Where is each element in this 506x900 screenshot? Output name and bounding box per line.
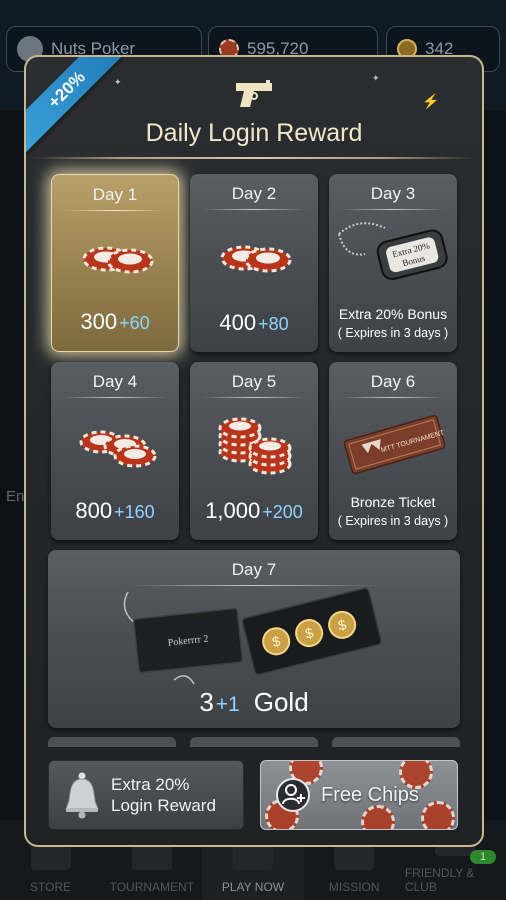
free-chips-button[interactable]: Free Chips bbox=[260, 760, 458, 830]
reward-bonus: +1 bbox=[215, 693, 240, 716]
reward-unit: Gold bbox=[253, 687, 309, 717]
card-stub bbox=[190, 737, 318, 747]
reward-bonus: +80 bbox=[258, 314, 289, 334]
card-divider bbox=[63, 397, 167, 398]
day-card-2[interactable]: Day 2 400 +80 bbox=[190, 174, 318, 352]
day-card-7[interactable]: Day 7 Pokerrrr 2 $ $ $ 3+1 Gold bbox=[48, 550, 460, 728]
chips-icon bbox=[220, 245, 292, 273]
nav-label: STORE bbox=[30, 880, 72, 894]
free-chips-label: Free Chips bbox=[321, 783, 419, 806]
card-divider bbox=[341, 209, 445, 210]
extra-reward-label: Extra 20% Login Reward bbox=[111, 774, 216, 816]
bell-icon bbox=[65, 772, 99, 819]
chip-stack-icon bbox=[218, 417, 292, 475]
day-card-3[interactable]: Day 3 Extra 20% Bonus Extra 20% Bonus ( … bbox=[329, 174, 457, 352]
extra-reward-line2: Login Reward bbox=[111, 796, 216, 815]
day-label: Day 6 bbox=[370, 372, 416, 391]
day-card-5[interactable]: Day 5 1,000 +200 bbox=[190, 362, 318, 540]
reward-value: 400 +80 bbox=[190, 310, 318, 336]
card-stub bbox=[332, 737, 460, 747]
day-label: Day 5 bbox=[231, 372, 277, 391]
day-card-6[interactable]: Day 6 MTT TOURNAMENT Bronze Ticket ( Exp… bbox=[329, 362, 457, 540]
gold-gift-box-icon: Pokerrrr 2 $ $ $ bbox=[123, 587, 382, 685]
card-divider bbox=[341, 397, 445, 398]
lobby-side-text: En bbox=[6, 488, 25, 505]
chip-decoration bbox=[361, 805, 395, 829]
chips-icon bbox=[82, 246, 154, 274]
extra-reward-line1: Extra 20% bbox=[111, 775, 190, 794]
nav-label: TOURNAMENT bbox=[109, 880, 195, 894]
day-card-4[interactable]: Day 4 800 +160 bbox=[51, 362, 179, 540]
nav-label: PLAY NOW bbox=[221, 880, 285, 894]
reward-expiry: ( Expires in 3 days ) bbox=[337, 326, 449, 340]
reward-bonus: +160 bbox=[114, 502, 155, 522]
nav-label: MISSION bbox=[328, 880, 380, 894]
day-label: Day 4 bbox=[92, 372, 138, 391]
reward-value: 1,000 +200 bbox=[190, 498, 318, 524]
gun-icon bbox=[236, 80, 272, 107]
reward-title: Bronze Ticket bbox=[350, 494, 436, 510]
card-divider bbox=[64, 210, 166, 211]
dog-tag-icon: Extra 20% Bonus bbox=[338, 222, 448, 281]
reward-value: 300 +60 bbox=[52, 309, 178, 335]
sparkle-icon: ✦ bbox=[372, 73, 380, 83]
extra-login-reward-button[interactable]: Extra 20% Login Reward bbox=[48, 760, 244, 830]
day-label: Day 1 bbox=[92, 185, 138, 204]
nav-label: FRIENDLY & CLUB bbox=[404, 866, 475, 894]
bronze-ticket-icon: MTT TOURNAMENT bbox=[343, 414, 446, 475]
day-label: Day 3 bbox=[370, 184, 416, 203]
reward-amount: 3 bbox=[199, 687, 214, 717]
add-friend-icon bbox=[276, 778, 310, 812]
reward-amount: 400 bbox=[219, 310, 257, 335]
day-label: Day 7 bbox=[231, 560, 277, 579]
card-divider bbox=[202, 209, 306, 210]
notification-badge: 1 bbox=[469, 850, 497, 864]
card-stub bbox=[48, 737, 176, 747]
reward-amount: 300 bbox=[80, 309, 118, 334]
sparkle-icon: ✦ bbox=[114, 77, 122, 87]
daily-login-reward-dialog: +20% ⚡ ✦ ✦ Daily Login Reward Day 1 300 +… bbox=[24, 55, 484, 847]
scroll-hint-cards bbox=[48, 737, 460, 747]
reward-amount: 1,000 bbox=[205, 498, 261, 523]
reward-amount: 800 bbox=[75, 498, 113, 523]
chip-decoration bbox=[421, 801, 455, 829]
day-label: Day 2 bbox=[231, 184, 277, 203]
chips-icon bbox=[79, 430, 157, 468]
day-card-1[interactable]: Day 1 300 +60 bbox=[51, 174, 179, 352]
reward-value: 800 +160 bbox=[51, 498, 179, 524]
card-divider bbox=[202, 397, 306, 398]
dialog-title: Daily Login Reward bbox=[145, 119, 363, 147]
title-divider bbox=[34, 157, 474, 159]
reward-bonus: +200 bbox=[262, 502, 303, 522]
reward-expiry: ( Expires in 3 days ) bbox=[337, 514, 449, 528]
sparkle-icon: ⚡ bbox=[422, 93, 440, 109]
reward-bonus: +60 bbox=[119, 313, 150, 333]
reward-value: 3+1 Gold bbox=[48, 687, 460, 718]
reward-title: Extra 20% Bonus bbox=[338, 306, 448, 322]
